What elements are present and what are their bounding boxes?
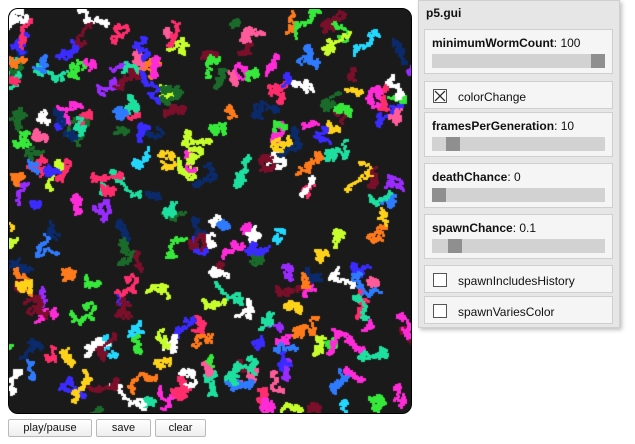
sketch-buttons: play/pause save clear	[8, 419, 206, 437]
play-pause-button[interactable]: play/pause	[8, 419, 92, 437]
control-color-change: colorChange	[424, 81, 613, 109]
save-button[interactable]: save	[96, 419, 151, 437]
color-change-checkbox[interactable]	[433, 89, 447, 103]
control-spawn-varies-color: spawnVariesColor	[424, 296, 613, 324]
control-minimum-worm-count: minimumWormCount: 100	[424, 29, 613, 74]
control-spawn-chance: spawnChance: 0.1	[424, 214, 613, 259]
minimum-worm-count-slider[interactable]	[432, 54, 605, 68]
minimum-worm-count-label: minimumWormCount: 100	[432, 36, 581, 50]
clear-button[interactable]: clear	[155, 419, 206, 437]
minimum-worm-count-knob[interactable]	[591, 54, 605, 68]
sketch-canvas[interactable]	[8, 8, 412, 414]
spawn-varies-color-checkbox[interactable]	[433, 304, 447, 318]
control-spawn-includes-history: spawnIncludesHistory	[424, 265, 613, 293]
death-chance-label: deathChance: 0	[432, 170, 521, 184]
check-x-icon	[434, 90, 446, 102]
spawn-chance-slider[interactable]	[432, 239, 605, 253]
spawn-includes-history-label: spawnIncludesHistory	[458, 274, 575, 288]
color-change-label: colorChange	[458, 90, 527, 104]
spawn-varies-color-label: spawnVariesColor	[458, 305, 555, 319]
gui-panel: p5.gui minimumWormCount: 100 colorChange…	[418, 0, 620, 328]
spawn-chance-label: spawnChance: 0.1	[432, 221, 537, 235]
control-death-chance: deathChance: 0	[424, 163, 613, 208]
worm-art-canvas[interactable]	[9, 9, 411, 413]
death-chance-knob[interactable]	[432, 188, 446, 202]
spawn-chance-knob[interactable]	[448, 239, 462, 253]
death-chance-slider[interactable]	[432, 188, 605, 202]
spawn-includes-history-checkbox[interactable]	[433, 273, 447, 287]
gui-title: p5.gui	[419, 1, 619, 25]
frames-per-generation-label: framesPerGeneration: 10	[432, 119, 575, 133]
frames-per-generation-slider[interactable]	[432, 137, 605, 151]
control-frames-per-generation: framesPerGeneration: 10	[424, 112, 613, 157]
frames-per-generation-knob[interactable]	[446, 137, 460, 151]
